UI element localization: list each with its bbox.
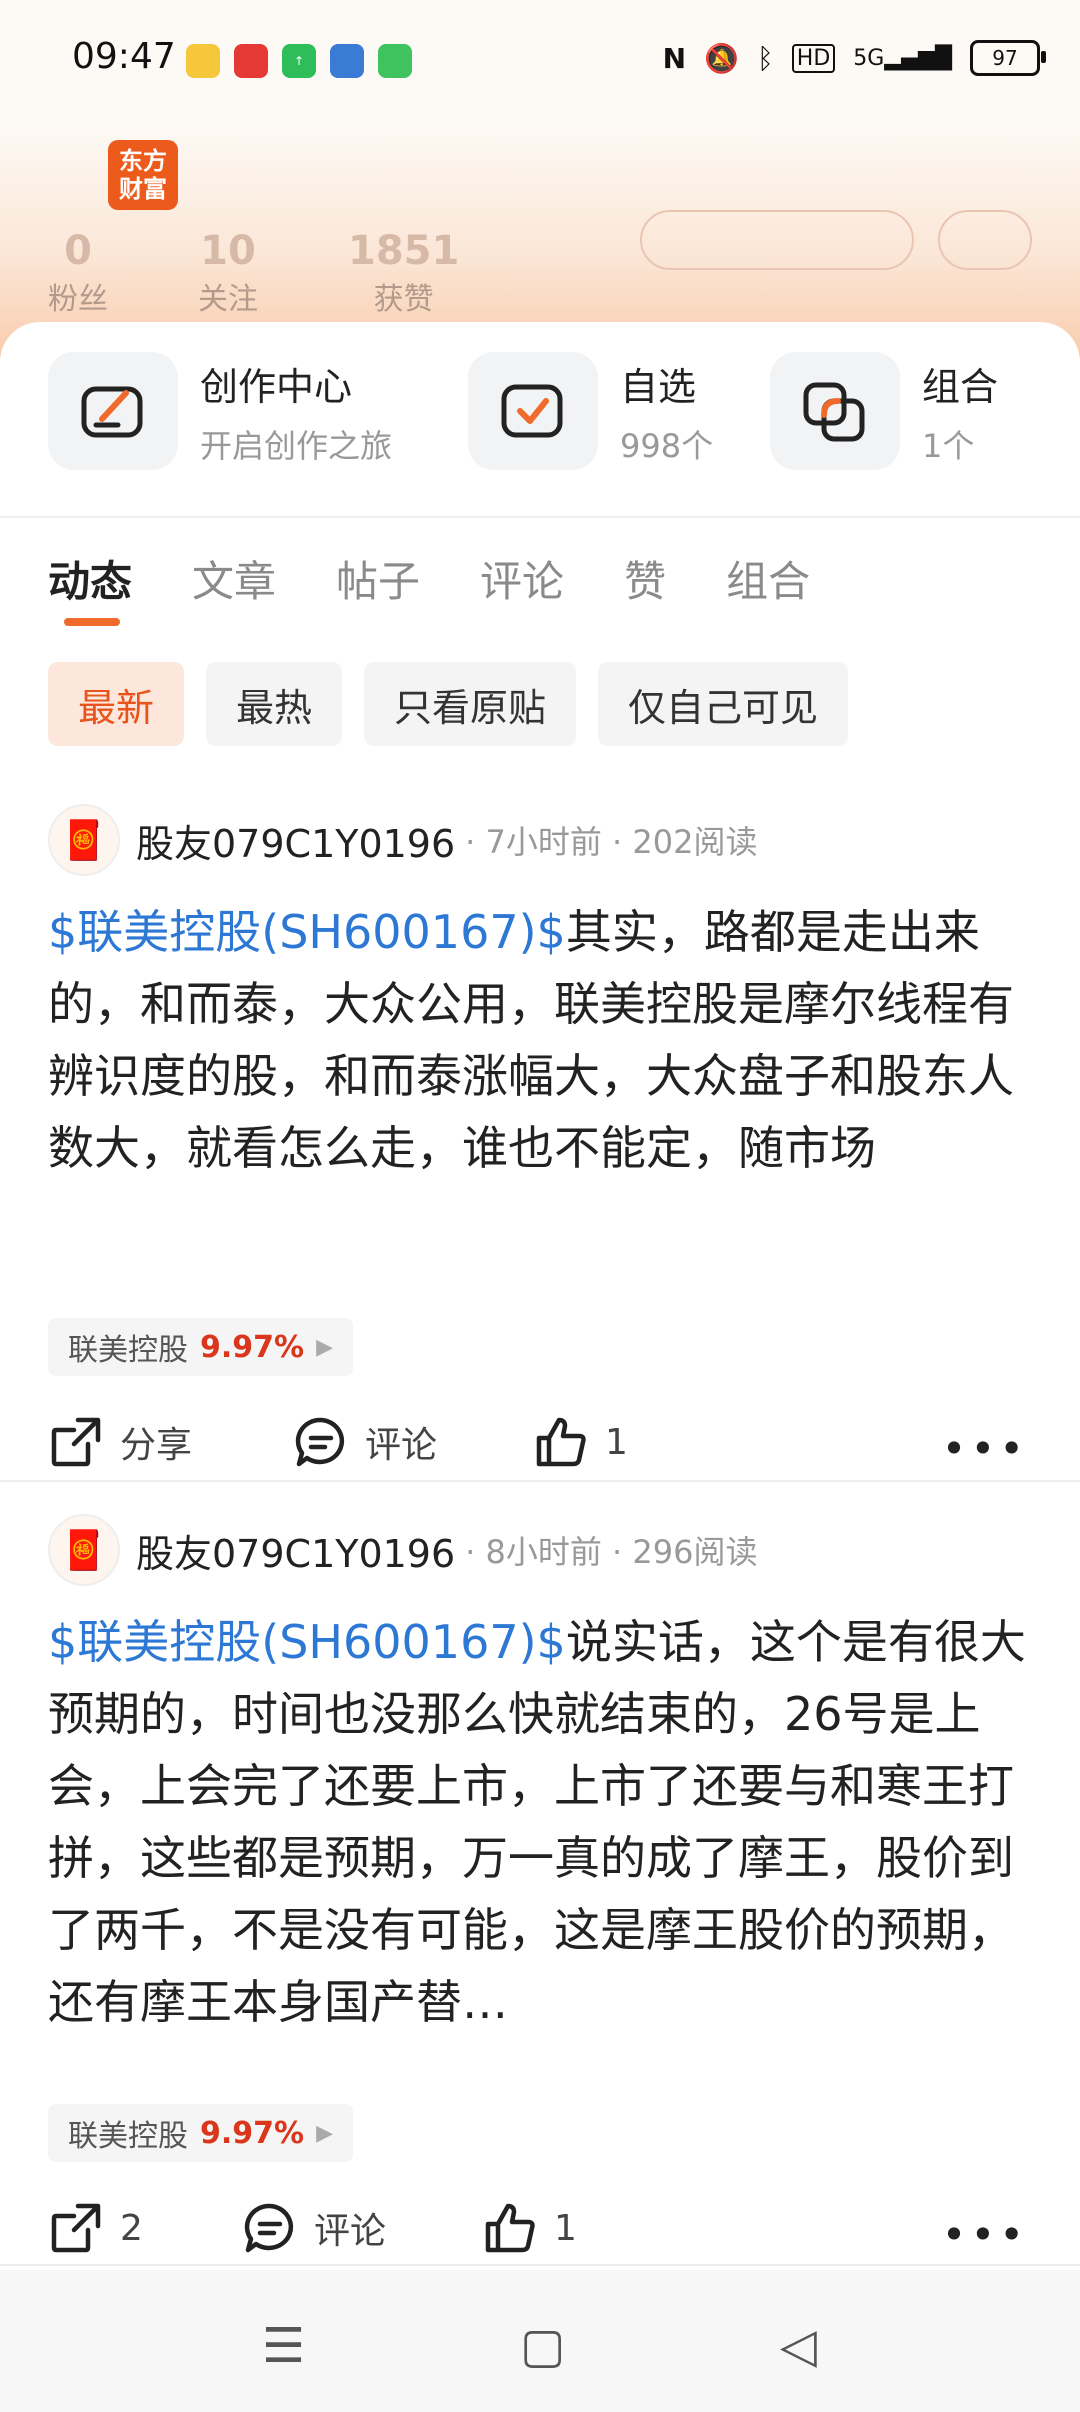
nfc-icon: N bbox=[662, 41, 687, 75]
tab-articles[interactable]: 文章 bbox=[192, 548, 276, 609]
tab-comments[interactable]: 评论 bbox=[480, 548, 564, 609]
like-count: 1 bbox=[554, 2207, 577, 2249]
notification-app-icon bbox=[330, 44, 364, 78]
filter-original-only[interactable]: 只看原贴 bbox=[364, 662, 577, 746]
tab-activity[interactable]: 动态 bbox=[48, 548, 132, 626]
post-actions: 2 评论 1 ••• bbox=[48, 2200, 1028, 2270]
filter-hottest[interactable]: 最热 bbox=[206, 662, 343, 746]
status-right: N 🔕 ᛒ HD 5G▂▄▆█ 97 bbox=[662, 40, 1046, 76]
shortcut-subtitle: 1个 bbox=[922, 426, 975, 465]
shortcut-subtitle: 998个 bbox=[620, 426, 714, 465]
share-label: 分享 bbox=[120, 1425, 193, 1466]
comment-label: 评论 bbox=[365, 1425, 438, 1466]
portfolio-icon bbox=[770, 352, 900, 470]
home-icon[interactable]: ▢ bbox=[520, 2318, 565, 2374]
profile-stats: 0 粉丝 10 关注 1851 获赞 bbox=[48, 228, 459, 318]
status-time: 09:47 bbox=[72, 36, 176, 77]
stock-tag-link[interactable]: $联美控股(SH600167)$ bbox=[48, 905, 566, 959]
menu-icon[interactable]: ☰ bbox=[262, 2318, 305, 2374]
notification-icons: ↑ bbox=[186, 44, 412, 78]
bluetooth-icon: ᛒ bbox=[756, 41, 774, 75]
edit-profile-button[interactable] bbox=[640, 210, 914, 270]
shortcut-subtitle: 开启创作之旅 bbox=[200, 426, 393, 465]
main-card: 创作中心 开启创作之旅 自选 998个 组合 1个 动态 文章 帖子 评论 赞 … bbox=[0, 322, 1080, 2322]
content-tabs: 动态 文章 帖子 评论 赞 组合 bbox=[48, 548, 810, 626]
post-content[interactable]: $联美控股(SH600167)$其实，路都是走出来的，和而泰，大众公用，联美控股… bbox=[48, 896, 1028, 1184]
thumbs-up-icon bbox=[536, 1417, 586, 1467]
comment-button[interactable]: 评论 bbox=[293, 1414, 437, 1470]
stock-chip[interactable]: 联美控股 9.97% ▶ bbox=[48, 2104, 353, 2162]
thumbs-up-icon bbox=[485, 2203, 535, 2253]
shortcut-title: 自选 bbox=[620, 364, 697, 409]
filter-chips: 最新 最热 只看原贴 仅自己可见 bbox=[48, 662, 849, 746]
like-button[interactable]: 1 bbox=[533, 1414, 628, 1470]
post-content[interactable]: $联美控股(SH600167)$说实话，这个是有很大预期的，时间也没那么快就结束… bbox=[48, 1606, 1028, 2038]
more-icon[interactable]: ••• bbox=[942, 1424, 1028, 1473]
filter-private[interactable]: 仅自己可见 bbox=[598, 662, 849, 746]
brand-logo: 东方 财富 bbox=[108, 140, 178, 210]
share-count: 2 bbox=[120, 2207, 143, 2249]
battery-icon: 97 bbox=[970, 40, 1046, 76]
stat-likes[interactable]: 1851 获赞 bbox=[348, 228, 459, 318]
post-meta: · 8小时前 · 296阅读 bbox=[465, 1533, 758, 1571]
share-button[interactable]: 分享 bbox=[48, 1414, 192, 1470]
checkbox-icon bbox=[468, 352, 598, 470]
divider bbox=[0, 516, 1080, 518]
post-separator bbox=[0, 1480, 1080, 1482]
post-text: 说实话，这个是有很大预期的，时间也没那么快就结束的，26号是上会，上会完了还要上… bbox=[48, 1615, 1026, 2029]
share-icon bbox=[51, 1417, 101, 1467]
shortcut-watchlist[interactable]: 自选 998个 bbox=[468, 352, 713, 470]
post-separator bbox=[0, 2264, 1080, 2266]
comment-button[interactable]: 评论 bbox=[242, 2200, 386, 2256]
post-actions: 分享 评论 1 ••• bbox=[48, 1414, 1028, 1484]
signal-icon: 5G▂▄▆█ bbox=[853, 45, 952, 71]
shortcut-creation-center[interactable]: 创作中心 开启创作之旅 bbox=[48, 352, 392, 470]
profile-extra-button[interactable] bbox=[938, 210, 1032, 270]
tab-portfolio[interactable]: 组合 bbox=[726, 548, 810, 609]
comment-icon bbox=[295, 1417, 345, 1467]
stat-following[interactable]: 10 关注 bbox=[198, 228, 258, 318]
chevron-right-icon: ▶ bbox=[316, 2120, 333, 2146]
mute-icon: 🔕 bbox=[704, 41, 739, 75]
post-username[interactable]: 股友079C1Y0196 bbox=[136, 813, 455, 868]
post-header: 🧧 股友079C1Y0196 · 8小时前 · 296阅读 bbox=[48, 1514, 757, 1586]
stock-change: 9.97% bbox=[200, 2115, 305, 2151]
stock-name: 联美控股 bbox=[68, 2119, 188, 2154]
status-bar: 09:47 ↑ N 🔕 ᛒ HD 5G▂▄▆█ 97 bbox=[0, 0, 1080, 120]
post-header: 🧧 股友079C1Y0196 · 7小时前 · 202阅读 bbox=[48, 804, 757, 876]
notification-app-icon bbox=[234, 44, 268, 78]
shortcut-row: 创作中心 开启创作之旅 自选 998个 组合 1个 bbox=[48, 352, 1048, 482]
stock-tag-link[interactable]: $联美控股(SH600167)$ bbox=[48, 1615, 566, 1669]
stat-fans[interactable]: 0 粉丝 bbox=[48, 228, 108, 318]
notification-app-icon bbox=[378, 44, 412, 78]
edit-icon bbox=[48, 352, 178, 470]
chevron-right-icon: ▶ bbox=[316, 1334, 333, 1360]
stock-change: 9.97% bbox=[200, 1329, 305, 1365]
like-button[interactable]: 1 bbox=[482, 2200, 577, 2256]
comment-label: 评论 bbox=[314, 2211, 387, 2252]
post-username[interactable]: 股友079C1Y0196 bbox=[136, 1523, 455, 1578]
back-icon[interactable]: ◁ bbox=[780, 2318, 817, 2374]
system-nav-bar: ☰ ▢ ◁ bbox=[0, 2270, 1080, 2412]
filter-latest[interactable]: 最新 bbox=[48, 662, 185, 746]
avatar[interactable]: 🧧 bbox=[48, 804, 120, 876]
avatar[interactable]: 🧧 bbox=[48, 1514, 120, 1586]
share-button[interactable]: 2 bbox=[48, 2200, 143, 2256]
tab-likes[interactable]: 赞 bbox=[624, 548, 666, 609]
comment-icon bbox=[244, 2203, 294, 2253]
shortcut-title: 创作中心 bbox=[200, 364, 353, 409]
shortcut-title: 组合 bbox=[922, 364, 999, 409]
notification-app-icon: ↑ bbox=[282, 44, 316, 78]
hd-icon: HD bbox=[791, 43, 836, 73]
notification-app-icon bbox=[186, 44, 220, 78]
shortcut-portfolio[interactable]: 组合 1个 bbox=[770, 352, 998, 470]
more-icon[interactable]: ••• bbox=[942, 2210, 1028, 2259]
tab-posts[interactable]: 帖子 bbox=[336, 548, 420, 609]
stock-name: 联美控股 bbox=[68, 1333, 188, 1368]
post-meta: · 7小时前 · 202阅读 bbox=[465, 823, 758, 861]
stock-chip[interactable]: 联美控股 9.97% ▶ bbox=[48, 1318, 353, 1376]
share-icon bbox=[51, 2203, 101, 2253]
like-count: 1 bbox=[605, 1421, 628, 1463]
